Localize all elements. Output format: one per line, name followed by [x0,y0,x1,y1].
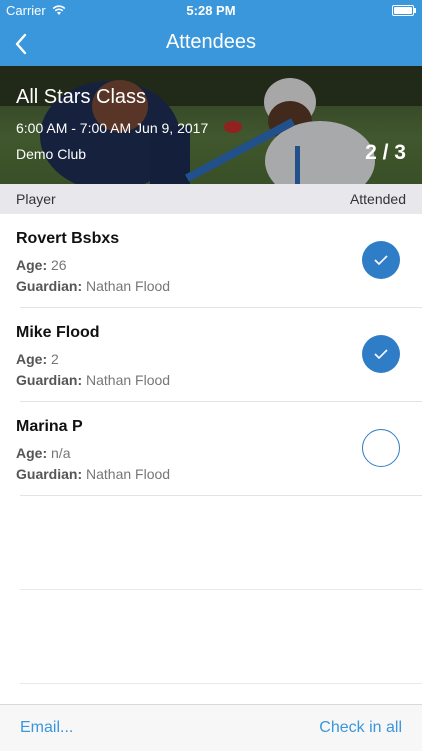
guardian-value: Nathan Flood [86,278,171,294]
guardian-label: Guardian: [16,278,83,294]
status-bar: Carrier 5:28 PM [0,0,422,22]
attended-checkbox[interactable] [362,429,400,467]
age-value: 2 [51,351,59,367]
nav-bar: Attendees [0,22,422,66]
email-button[interactable]: Email... [20,719,73,737]
footer-toolbar: Email... Check in all [0,704,422,751]
attendee-guardian: Guardian: Nathan Flood [16,278,170,294]
attendee-age: Age: 2 [16,351,59,367]
attendance-count: 2 / 3 [365,141,406,164]
checkmark-icon [374,349,388,360]
guardian-value: Nathan Flood [86,372,171,388]
attendee-guardian: Guardian: Nathan Flood [16,372,170,388]
empty-row-divider [20,590,422,684]
class-title: All Stars Class [16,86,147,108]
attendee-name: Rovert Bsbxs [16,230,120,247]
club-name: Demo Club [16,146,87,162]
guardian-label: Guardian: [16,466,83,482]
attendee-name: Mike Flood [16,324,100,341]
age-value: n/a [51,445,71,461]
header: Carrier 5:28 PM Attendees [0,0,422,66]
attendee-name: Marina P [16,418,83,435]
age-label: Age: [16,351,48,367]
attendee-age: Age: 26 [16,257,67,273]
class-banner: All Stars Class 6:00 AM - 7:00 AM Jun 9,… [0,66,422,184]
attendee-row[interactable]: Rovert Bsbxs Age: 26 Guardian: Nathan Fl… [16,214,422,308]
attendee-age: Age: n/a [16,445,70,461]
battery-icon [392,5,416,16]
column-header: Player Attended [0,184,422,214]
attendee-guardian: Guardian: Nathan Flood [16,466,170,482]
check-in-all-button[interactable]: Check in all [319,719,402,737]
attendee-list: Rovert Bsbxs Age: 26 Guardian: Nathan Fl… [0,214,422,684]
attendee-row[interactable]: Marina P Age: n/a Guardian: Nathan Flood [16,402,422,496]
attended-checkbox[interactable] [362,241,400,279]
attended-checkbox[interactable] [362,335,400,373]
guardian-value: Nathan Flood [86,466,171,482]
page-title: Attendees [165,31,257,53]
checkmark-icon [374,255,388,266]
guardian-label: Guardian: [16,372,83,388]
attendee-row[interactable]: Mike Flood Age: 2 Guardian: Nathan Flood [16,308,422,402]
status-time: 5:28 PM [186,3,236,18]
class-time-date: 6:00 AM - 7:00 AM Jun 9, 2017 [16,120,209,136]
column-player: Player [16,191,56,207]
age-label: Age: [16,257,48,273]
age-value: 26 [51,257,67,273]
column-attended: Attended [349,191,406,207]
age-label: Age: [16,445,48,461]
empty-row-divider [20,496,422,590]
